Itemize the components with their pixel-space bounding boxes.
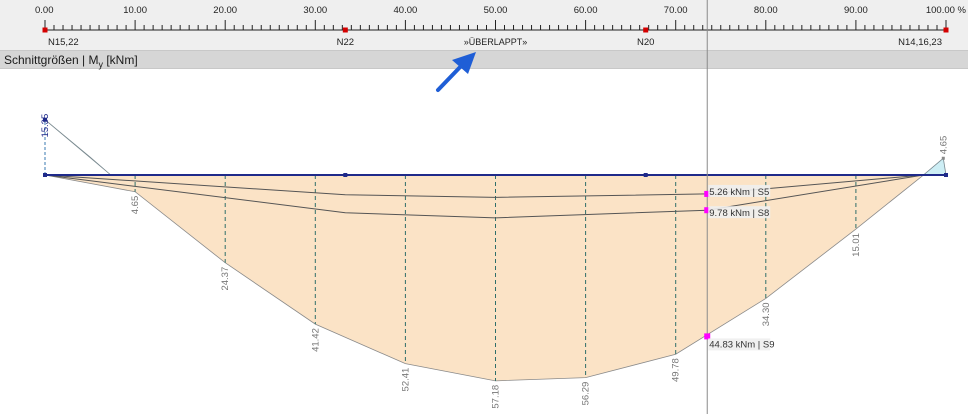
ruler-node-marker [943,27,949,33]
ruler-tick-label: 70.00 [664,5,688,16]
beam-node [343,173,348,177]
ruler-node-label: N14,16,23 [898,37,942,48]
ruler-node-marker [342,27,348,33]
max-point-right [941,156,945,160]
beam-node [643,173,648,177]
pointer-arrow [436,52,476,92]
cursor-readout: 44.83 kNm | S9 [709,339,774,350]
ruler-node-label: N22 [337,37,354,48]
beam-node [944,173,948,177]
label-ordinate: 24.37 [220,267,231,291]
label-max-right: 4.65 [938,136,949,155]
label-ordinate: 34.30 [761,302,772,326]
label-ordinate: 15.01 [851,233,862,257]
ruler-node-label: N15,22 [48,37,79,48]
beam-node [43,173,47,177]
ruler-tick-label: 50.00 [484,5,508,16]
label-ordinate: 52.41 [400,368,411,392]
label-max-left: 15.35 [40,114,51,138]
positive-moment-area-right [922,157,947,176]
moment-diagram[interactable]: 0.00 10.00 20.00 30.00 40.00 50.00 60.00 70.00 8… [0,0,968,414]
label-ordinate: 41.42 [310,328,321,352]
label-ordinate: 57.18 [491,385,502,409]
envelope-fill [44,119,947,382]
ruler-tick-label: 10.00 [123,5,147,16]
negative-moment-area [44,174,925,382]
ruler-node-label: N20 [637,37,654,48]
ruler-node-marker [42,27,48,33]
cursor-readout: 5.26 kNm | S5 [709,187,769,198]
positive-moment-area-left [44,119,112,176]
ruler-tick-label: 100.00 % [926,5,967,16]
ruler-tick-label: 30.00 [303,5,327,16]
ruler-tick-label: 40.00 [394,5,418,16]
label-ordinate: 56.29 [581,382,592,406]
label-ordinate: 49.78 [671,358,682,382]
ruler-tick-label: 0.00 [35,5,54,16]
ruler-tick-label: 90.00 [844,5,868,16]
label-ordinate: 4.65 [130,196,141,215]
ruler-tick-label: 80.00 [754,5,778,16]
cursor-readout: 9.78 kNm | S8 [709,208,769,219]
ruler-scale: 0.00 10.00 20.00 30.00 40.00 50.00 60.00 70.00 8… [35,5,967,48]
ruler-node-marker [643,27,649,33]
cursor[interactable]: 5.26 kNm | S5 9.78 kNm | S8 44.83 kNm | S9 [704,0,775,414]
overlap-label: »ÜBERLAPPT» [464,37,528,47]
ruler-tick-label: 20.00 [213,5,237,16]
ruler-tick-label: 60.00 [574,5,598,16]
